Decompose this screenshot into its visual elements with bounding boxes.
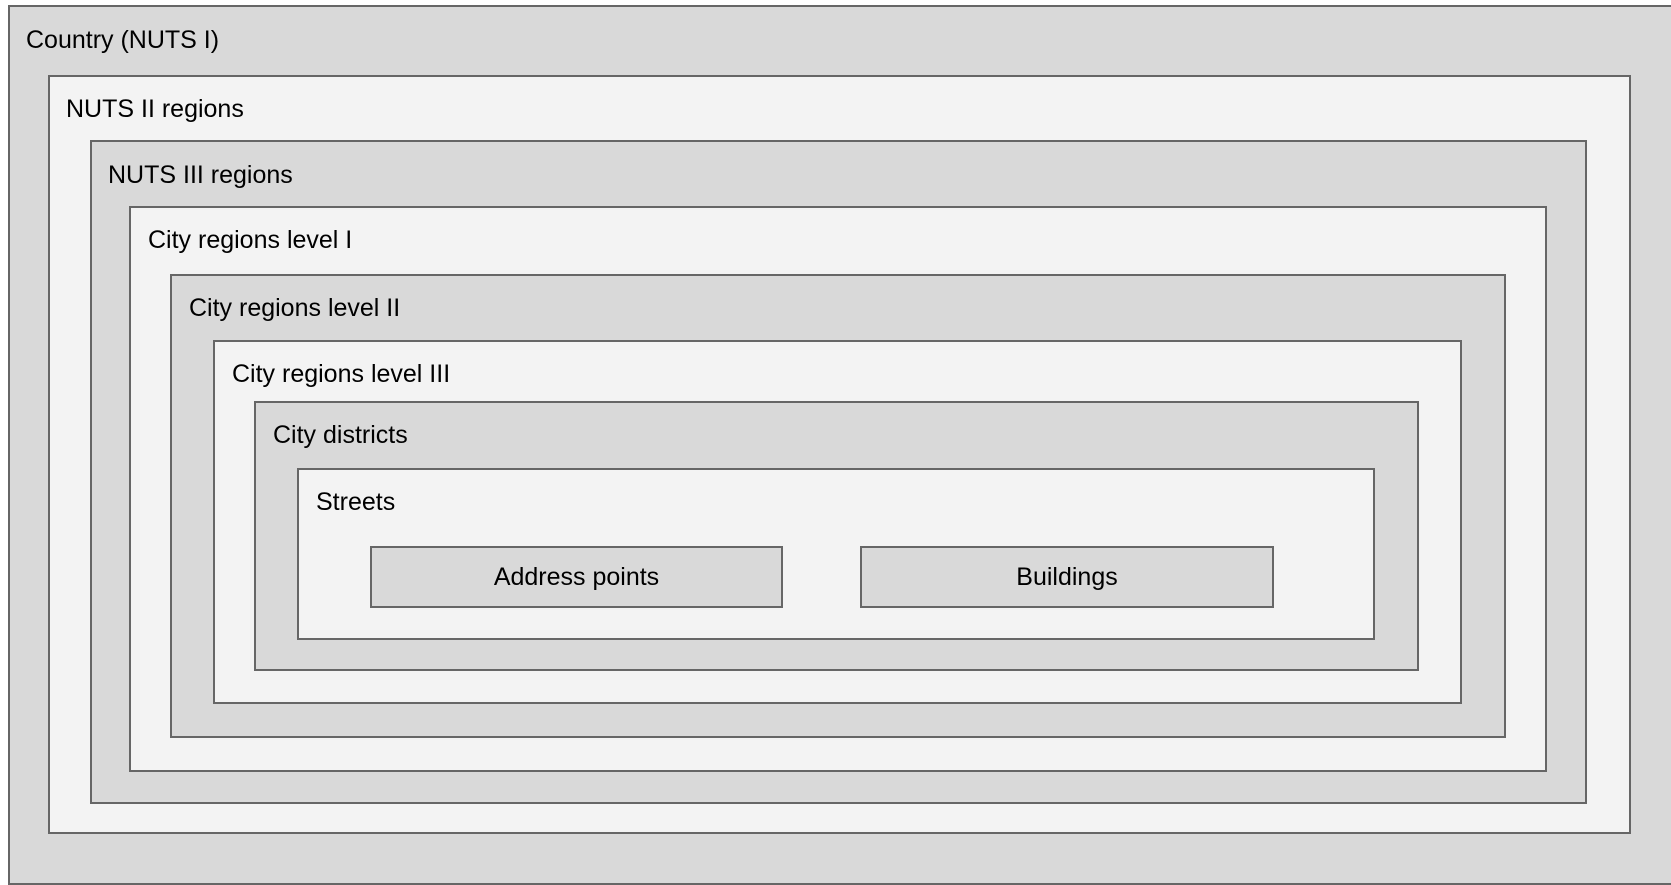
streets-label: Streets [316, 488, 396, 516]
nuts3-label: NUTS III regions [108, 161, 293, 189]
buildings-label: Buildings [1016, 562, 1118, 591]
city-regions-1-label: City regions level I [148, 226, 353, 254]
city-districts-label: City districts [273, 421, 408, 449]
buildings-box: Buildings [860, 546, 1274, 608]
country-label: Country (NUTS I) [26, 26, 220, 54]
address-points-box: Address points [370, 546, 783, 608]
city-regions-3-label: City regions level III [232, 360, 451, 388]
nuts2-label: NUTS II regions [66, 95, 244, 123]
address-points-label: Address points [493, 562, 660, 591]
city-regions-2-label: City regions level II [189, 294, 401, 322]
